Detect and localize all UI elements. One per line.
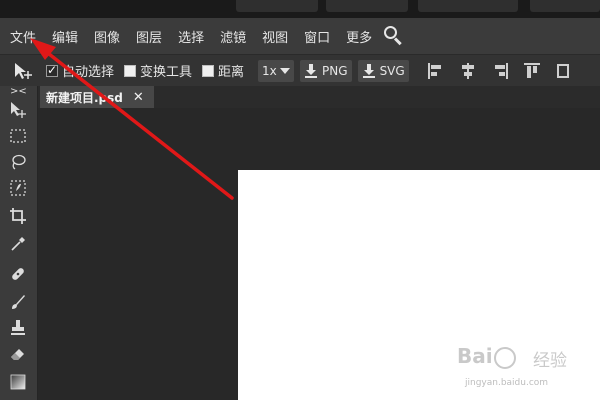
frame-icon[interactable] <box>555 62 573 80</box>
checkbox-box <box>46 63 58 77</box>
stamp-tool-icon[interactable] <box>8 318 28 338</box>
download-icon <box>305 63 318 78</box>
gradient-tool-icon[interactable] <box>8 372 28 392</box>
menu-more[interactable]: 更多 <box>346 27 372 46</box>
healing-brush-icon[interactable] <box>8 264 28 284</box>
menu-filter[interactable]: 滤镜 <box>220 27 246 46</box>
watermark-url: jingyan.baidu.com <box>465 378 549 388</box>
distance-label: 距离 <box>218 65 245 80</box>
download-icon <box>362 63 375 78</box>
options-bar: 自动选择 变换工具 距离 1x PNG SVG <box>0 54 600 86</box>
export-svg-button[interactable]: SVG <box>357 59 409 82</box>
quick-select-icon[interactable] <box>8 178 28 198</box>
menu-view[interactable]: 视图 <box>262 27 288 46</box>
left-toolbar: >< <box>0 86 38 400</box>
align-center-icon[interactable] <box>459 62 477 80</box>
top-strip-segment <box>236 0 318 12</box>
chevron-down-icon <box>279 67 290 74</box>
watermark-brand: Bai <box>457 344 517 369</box>
lasso-tool-icon[interactable] <box>8 152 28 172</box>
brush-tool-icon[interactable] <box>8 292 28 312</box>
transform-tool-label: 变换工具 <box>140 65 193 80</box>
top-strip <box>0 0 600 18</box>
png-label: PNG <box>322 63 348 78</box>
watermark-brand-left: Bai <box>457 344 493 368</box>
menu-select[interactable]: 选择 <box>178 27 204 46</box>
menu-image[interactable]: 图像 <box>94 27 120 46</box>
menu-layer[interactable]: 图层 <box>136 27 162 46</box>
menu-edit[interactable]: 编辑 <box>52 27 78 46</box>
move-tool-icon[interactable] <box>8 100 28 120</box>
paw-logo-icon <box>493 346 516 369</box>
align-left-icon[interactable] <box>427 62 445 80</box>
menu-window[interactable]: 窗口 <box>304 27 330 46</box>
svg-label: SVG <box>379 63 405 78</box>
top-strip-segment <box>530 0 600 12</box>
checkbox-box <box>202 64 215 77</box>
transform-tool-checkbox[interactable]: 变换工具 <box>124 61 192 80</box>
eyedropper-tool-icon[interactable] <box>8 234 28 254</box>
auto-select-checkbox[interactable]: 自动选择 <box>46 61 114 80</box>
zoom-dropdown[interactable]: 1x <box>258 59 295 82</box>
tab-document[interactable]: 新建项目.psd ✕ <box>40 86 154 108</box>
checkbox-box <box>124 64 137 77</box>
move-tool-options-icon[interactable] <box>10 60 36 82</box>
menu-bar: 文件 编辑 图像 图层 选择 滤镜 视图 窗口 更多 <box>0 18 600 54</box>
top-strip-segment <box>418 0 518 12</box>
baidu-jingyan-watermark: Bai 经验 jingyan.baidu.com <box>455 344 595 394</box>
document-tab-bar: 新建项目.psd ✕ <box>38 86 600 108</box>
auto-select-label: 自动选择 <box>62 65 115 80</box>
search-icon[interactable] <box>384 26 404 46</box>
collapse-toolbar-icon[interactable]: >< <box>10 86 27 97</box>
align-right-icon[interactable] <box>491 62 509 80</box>
menu-file[interactable]: 文件 <box>10 27 36 46</box>
watermark-brand-cn: 经验 <box>533 351 567 371</box>
align-top-icon[interactable] <box>523 62 541 80</box>
export-png-button[interactable]: PNG <box>300 59 352 82</box>
eraser-tool-icon[interactable] <box>8 344 28 364</box>
top-strip-segment <box>326 0 408 12</box>
marquee-tool-icon[interactable] <box>8 126 28 146</box>
close-icon[interactable]: ✕ <box>133 90 144 105</box>
distance-checkbox[interactable]: 距离 <box>202 61 244 80</box>
zoom-value: 1x <box>262 63 277 78</box>
crop-tool-icon[interactable] <box>8 206 28 226</box>
tab-label: 新建项目.psd <box>46 90 123 105</box>
